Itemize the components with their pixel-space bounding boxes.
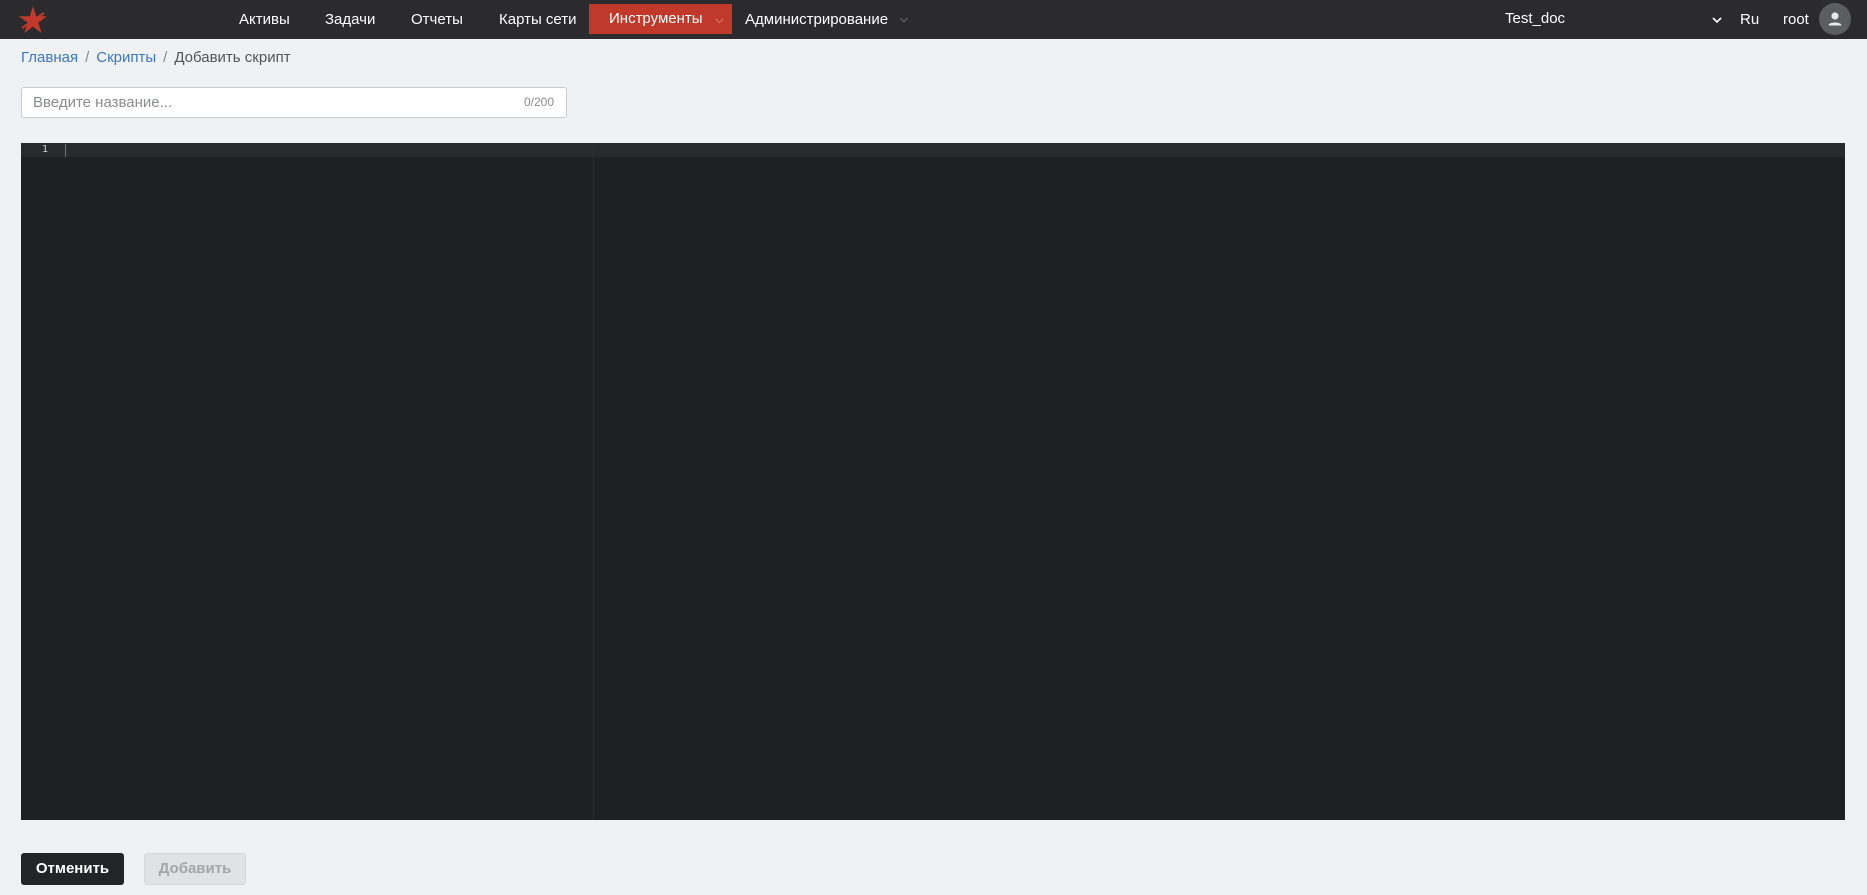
breadcrumb: Главная / Скрипты / Добавить скрипт: [21, 49, 291, 66]
breadcrumb-separator: /: [85, 49, 90, 66]
nav-item-network-maps[interactable]: Карты сети: [499, 0, 577, 39]
text-cursor: [65, 144, 66, 157]
username[interactable]: root: [1783, 0, 1809, 39]
breadcrumb-home-link[interactable]: Главная: [21, 49, 78, 66]
top-navigation-bar: Активы Задачи Отчеты Карты сети Инструме…: [0, 0, 1867, 39]
logo-star-icon[interactable]: [16, 4, 50, 36]
line-number: 1: [42, 144, 49, 155]
name-char-counter: 0/200: [523, 95, 554, 109]
nav-item-assets[interactable]: Активы: [239, 0, 290, 39]
user-silhouette-icon: [1828, 12, 1842, 26]
cancel-button[interactable]: Отменить: [21, 853, 124, 885]
breadcrumb-separator: /: [163, 49, 168, 66]
nav-item-tools[interactable]: Инструменты ⌵: [589, 4, 732, 34]
language-switcher[interactable]: Ru: [1740, 0, 1759, 39]
script-name-field[interactable]: 0/200: [21, 87, 567, 118]
chevron-down-icon: [1712, 17, 1722, 24]
nav-item-administration[interactable]: Администрирование ⌵: [745, 0, 912, 39]
caret-down-icon: ⌵: [715, 14, 724, 26]
script-name-input[interactable]: [33, 88, 503, 117]
nav-item-reports[interactable]: Отчеты: [411, 0, 463, 39]
user-avatar-icon[interactable]: [1819, 3, 1851, 35]
nav-item-tasks[interactable]: Задачи: [325, 0, 375, 39]
nav-item-administration-label: Администрирование: [745, 11, 889, 28]
nav-item-tools-label: Инструменты: [609, 10, 703, 27]
code-editor[interactable]: 1: [21, 143, 1845, 820]
organization-select-value: Test_doc: [1505, 10, 1566, 27]
add-button[interactable]: Добавить: [144, 853, 246, 885]
organization-select[interactable]: Test_doc: [1505, 0, 1723, 39]
active-line-highlight: [21, 143, 1845, 157]
breadcrumb-scripts-link[interactable]: Скрипты: [96, 49, 156, 66]
caret-down-icon: ⌵: [899, 13, 909, 25]
breadcrumb-current: Добавить скрипт: [174, 49, 291, 66]
print-margin-line: [593, 143, 594, 820]
